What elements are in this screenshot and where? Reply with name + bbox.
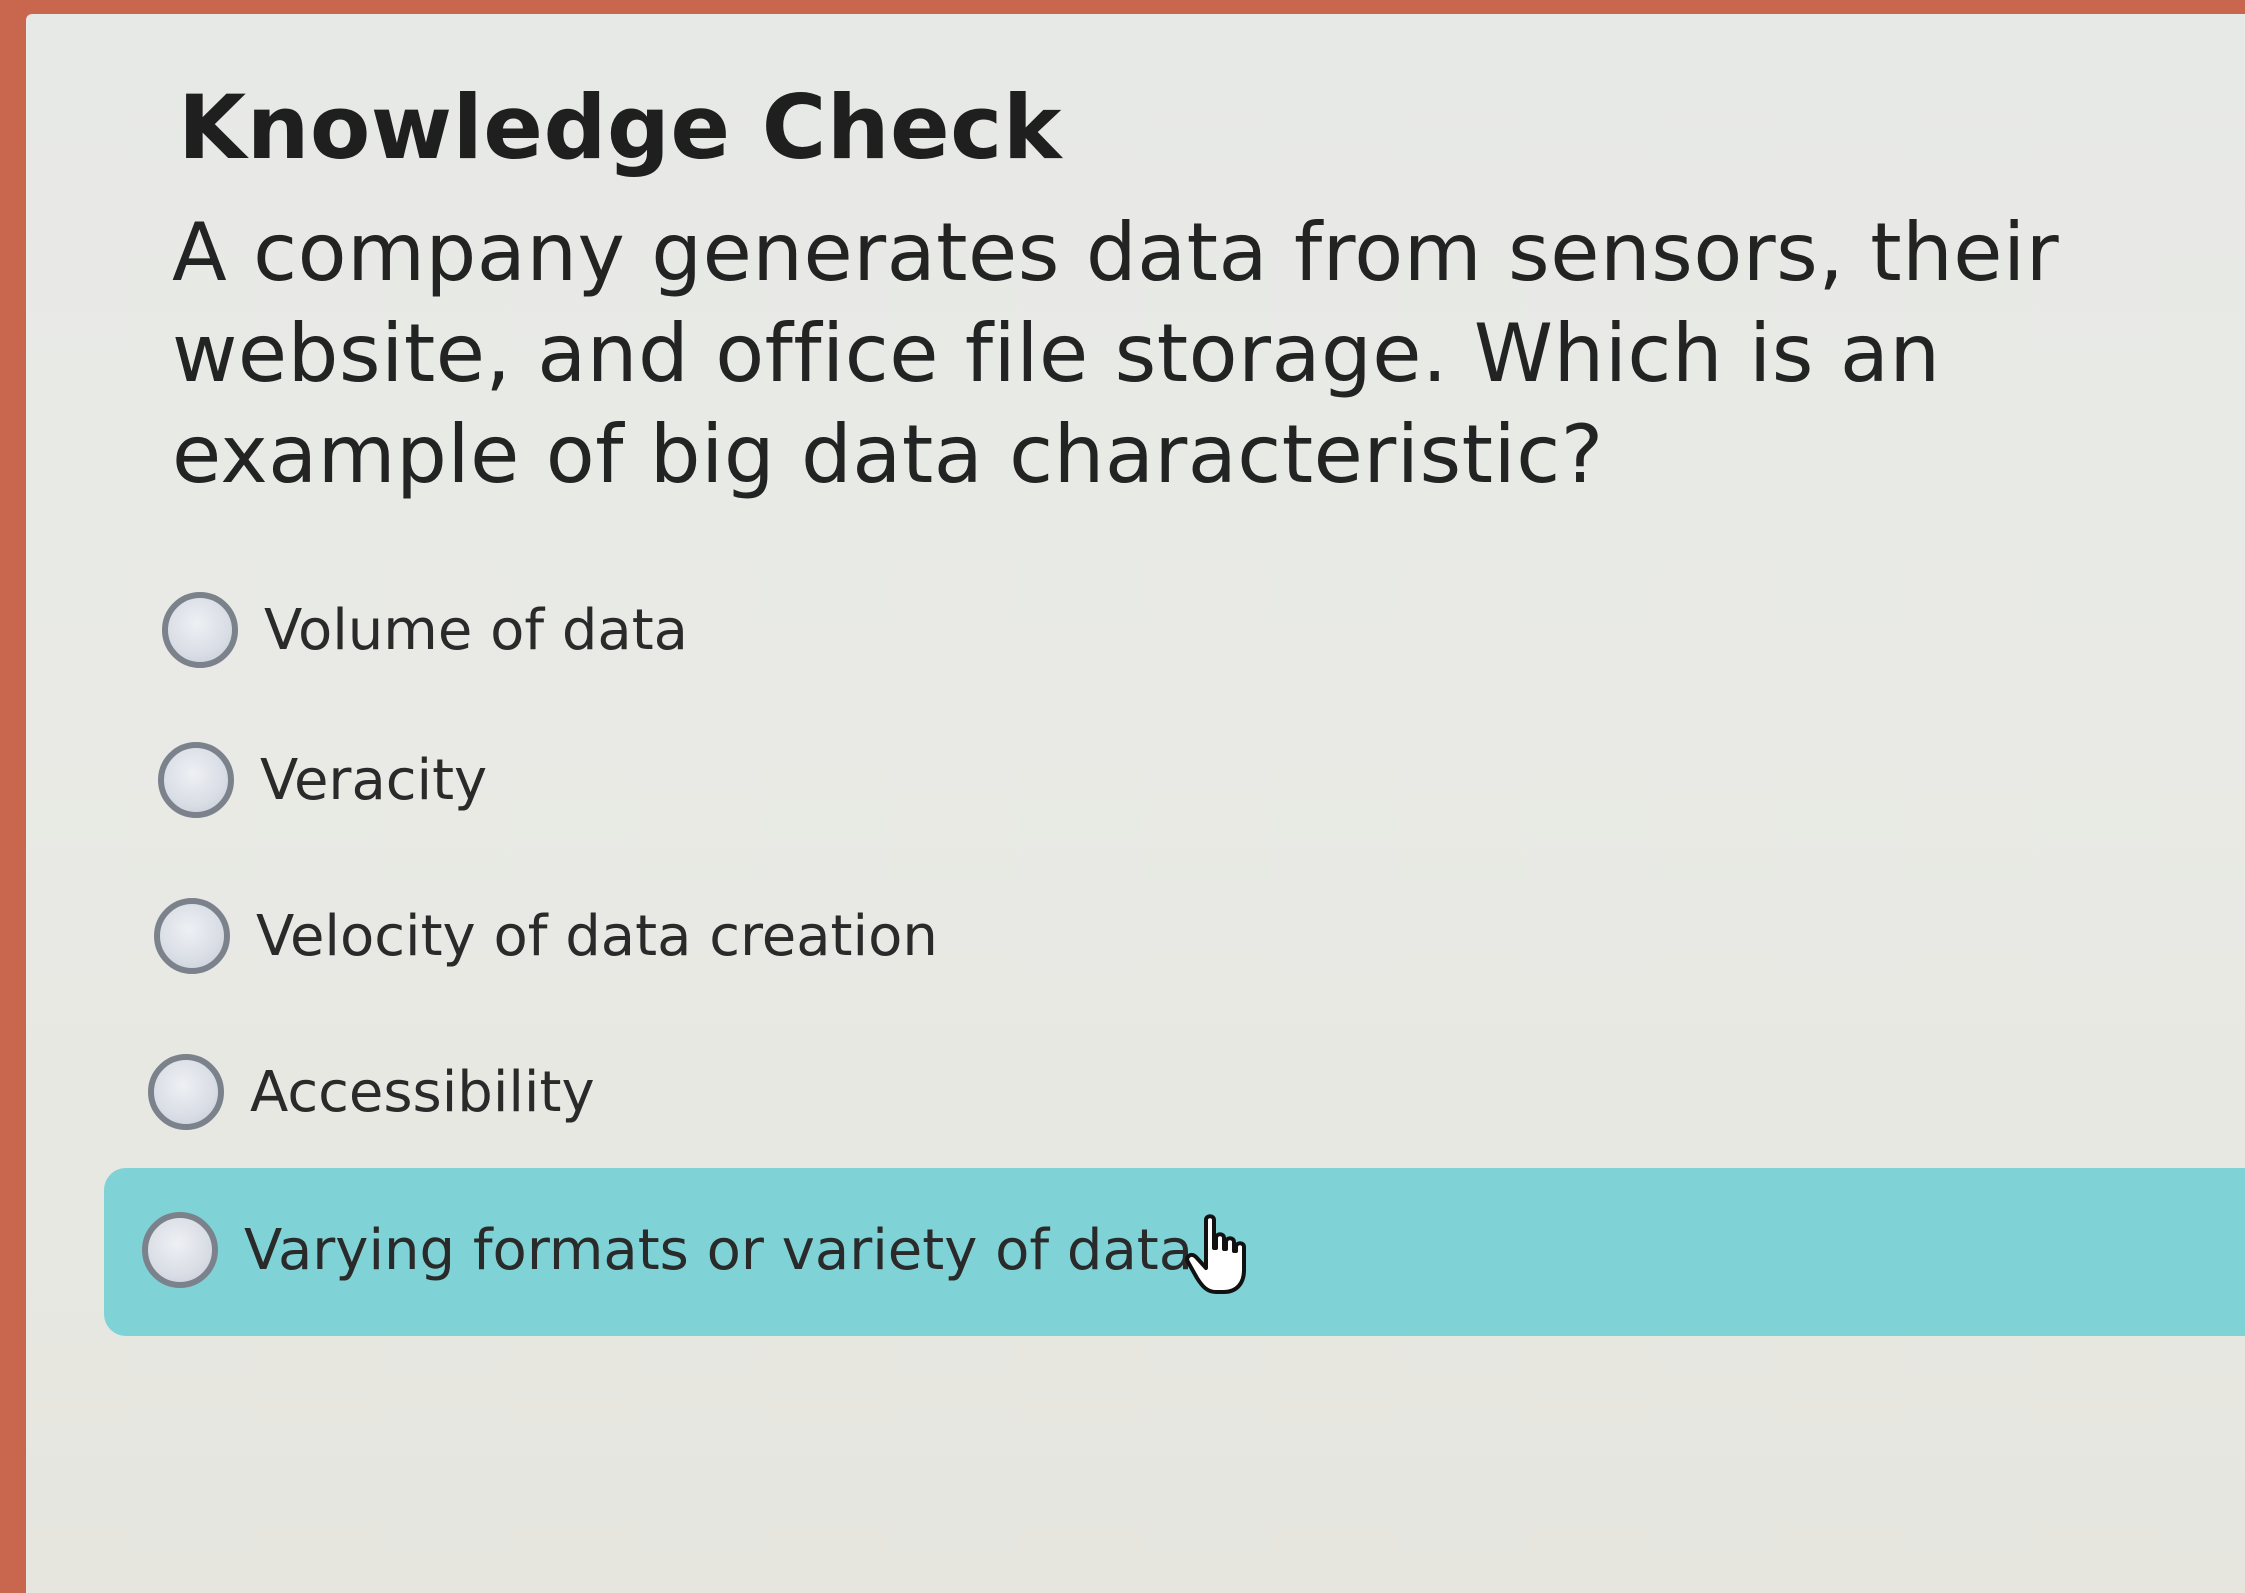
answer-option-label: Velocity of data creation (256, 903, 938, 969)
radio-unchecked-icon[interactable] (162, 592, 238, 668)
hand-pointer-icon (1185, 1214, 1246, 1294)
radio-unchecked-icon[interactable] (154, 898, 230, 974)
radio-unchecked-icon[interactable] (148, 1054, 224, 1130)
answer-option-volume[interactable]: Volume of data (162, 592, 688, 668)
answer-option-label: Varying formats or variety of data (244, 1217, 1194, 1283)
answer-option-label: Volume of data (264, 597, 688, 663)
radio-unchecked-icon[interactable] (142, 1212, 218, 1288)
radio-unchecked-icon[interactable] (158, 742, 234, 818)
answer-option-variety[interactable]: Varying formats or variety of data (142, 1212, 1193, 1288)
answer-option-label: Veracity (260, 747, 488, 813)
question-text: A company generates data from sensors, t… (172, 206, 2060, 501)
answer-option-accessibility[interactable]: Accessibility (148, 1054, 595, 1130)
page-title: Knowledge Check (178, 76, 1062, 179)
answer-option-velocity[interactable]: Velocity of data creation (154, 898, 938, 974)
answer-option-veracity[interactable]: Veracity (158, 742, 487, 818)
answer-option-label: Accessibility (250, 1059, 595, 1125)
